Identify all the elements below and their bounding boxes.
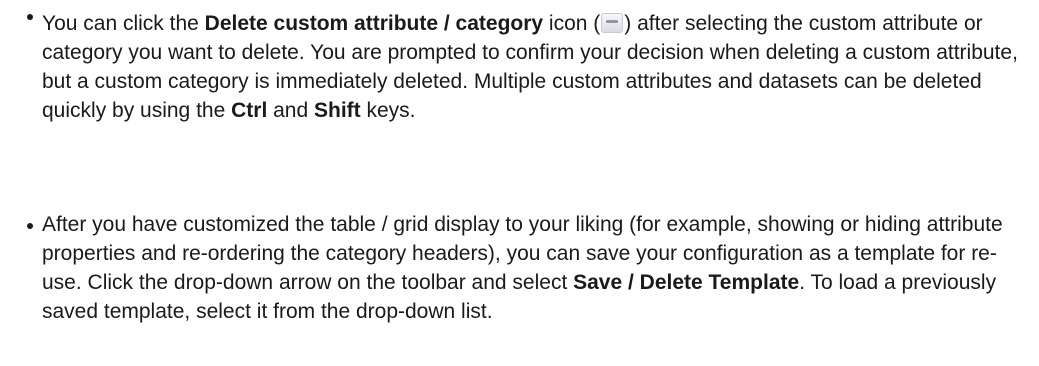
bullet1-text-1: You can click the [42, 12, 205, 35]
bullet-delete-custom-attribute: You can click the Delete custom attribut… [0, 9, 1032, 125]
bullet-marker [27, 223, 33, 229]
bullet-save-template: After you have customized the table / gr… [0, 210, 1032, 326]
bullet1-text-5: keys. [360, 99, 416, 122]
delete-custom-attribute-icon [601, 13, 624, 33]
bullet2-bold-save-delete-template: Save / Delete Template [573, 271, 800, 294]
bullet1-text-2: icon ( [543, 12, 601, 35]
bullet-marker [27, 14, 33, 20]
bullet1-bold-shift: Shift [314, 99, 361, 122]
bullet1-bold-ctrl: Ctrl [231, 99, 268, 122]
bullet1-bold-delete-label: Delete custom attribute / category [204, 12, 544, 35]
bullet1-text-4: and [267, 99, 314, 122]
